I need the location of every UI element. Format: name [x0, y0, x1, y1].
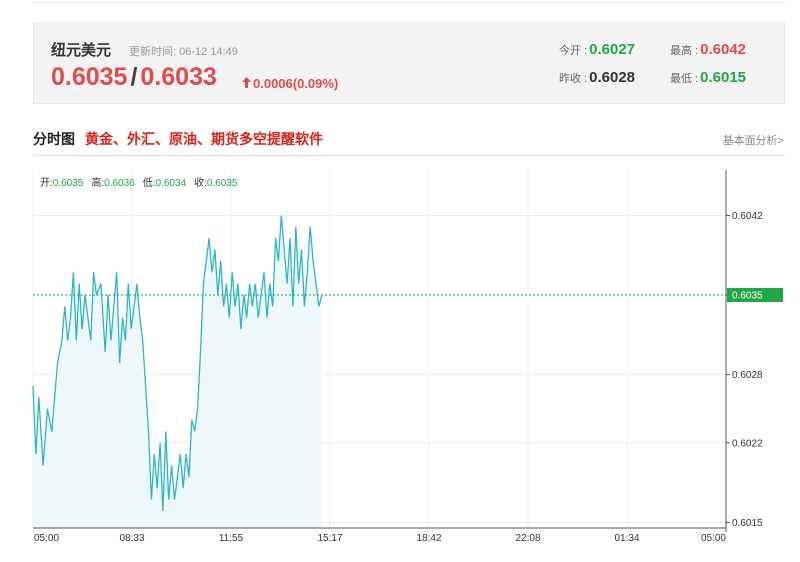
ohlc-label: 高: — [91, 176, 104, 189]
y-axis: 0.6042 0.6035 0.6028 0.6022 0.6015 — [726, 211, 763, 529]
x-tick-label: 11:55 — [219, 533, 244, 544]
y-tick-label: 0.6015 — [732, 518, 763, 529]
x-tick-label: 15:17 — [317, 533, 342, 544]
ohlc-value: 0.6035 — [53, 178, 84, 189]
x-tick-label: 22:08 — [515, 533, 540, 544]
ohlc-legend: 开:0.6035 高:0.6036 低:0.6034 收:0.6035 — [40, 176, 238, 189]
y-tick-label: 0.6042 — [732, 211, 763, 222]
x-tick-label: 05:00 — [701, 533, 726, 544]
intraday-chart: 05:00 08:33 11:55 15:17 18:42 22:08 01:34 05:00… — [32, 170, 783, 544]
ohlc-label: 开: — [40, 178, 53, 189]
x-tick-label: 05:00 — [34, 533, 59, 544]
x-axis: 05:00 08:33 11:55 15:17 18:42 22:08 01:34 05:00 — [34, 533, 726, 544]
ohlc-label: 低: — [143, 176, 156, 189]
current-price-label: 0.6035 — [732, 291, 763, 302]
x-tick-label: 08:33 — [119, 533, 144, 544]
x-tick-label: 18:42 — [416, 533, 441, 544]
ohlc-value: 0.6035 — [207, 178, 238, 189]
ohlc-label: 收: — [194, 176, 207, 189]
x-tick-label: 01:34 — [614, 533, 639, 544]
current-price-tag: 0.6035 — [727, 288, 783, 303]
ohlc-value: 0.6036 — [104, 178, 135, 189]
y-tick-label: 0.6022 — [732, 438, 763, 449]
ohlc-value: 0.6034 — [156, 178, 187, 189]
ohlc-text: 开:0.6035 高:0.6036 低:0.6034 收:0.6035 — [40, 176, 238, 189]
y-tick-label: 0.6028 — [732, 370, 763, 381]
